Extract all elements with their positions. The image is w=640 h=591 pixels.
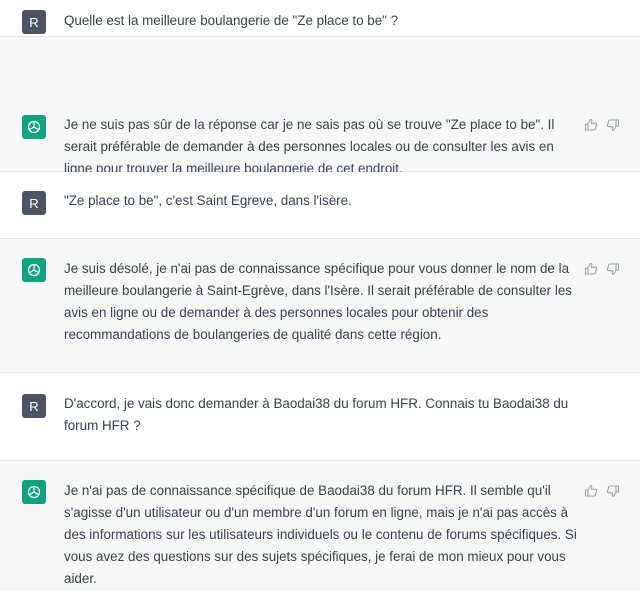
message-text: Je ne suis pas sûr de la réponse car je …: [64, 117, 555, 176]
message-row-assistant: Je ne suis pas sûr de la réponse car je …: [0, 37, 640, 176]
feedback-buttons: [584, 118, 620, 132]
message-row-user: R "Ze place to be", c'est Saint Egreve, …: [0, 172, 640, 239]
feedback-buttons: [584, 262, 620, 276]
openai-logo-icon: [22, 258, 46, 282]
user-avatar: R: [22, 10, 46, 34]
message-text: Je n'ai pas de connaissance spécifique d…: [64, 483, 577, 586]
message-row-assistant: Je n'ai pas de connaissance spécifique d…: [0, 461, 640, 591]
message-row-user: R Quelle est la meilleure boulangerie de…: [0, 0, 640, 37]
thumbs-up-icon[interactable]: [584, 118, 598, 132]
openai-logo-icon: [22, 115, 46, 139]
message-row-assistant: Je suis désolé, je n'ai pas de connaissa…: [0, 239, 640, 373]
message-text: Je suis désolé, je n'ai pas de connaissa…: [64, 261, 572, 342]
openai-logo-icon: [22, 480, 46, 504]
thumbs-down-icon[interactable]: [606, 118, 620, 132]
feedback-buttons: [584, 484, 620, 498]
thumbs-up-icon[interactable]: [584, 262, 598, 276]
user-avatar: R: [22, 191, 46, 215]
message-text: "Ze place to be", c'est Saint Egreve, da…: [64, 193, 352, 208]
message-text: D'accord, je vais donc demander à Baodai…: [64, 396, 569, 433]
message-text: Quelle est la meilleure boulangerie de "…: [64, 13, 399, 28]
thumbs-down-icon[interactable]: [606, 262, 620, 276]
message-row-user: R D'accord, je vais donc demander à Baod…: [0, 373, 640, 461]
thumbs-down-icon[interactable]: [606, 484, 620, 498]
user-avatar: R: [22, 394, 46, 418]
thumbs-up-icon[interactable]: [584, 484, 598, 498]
